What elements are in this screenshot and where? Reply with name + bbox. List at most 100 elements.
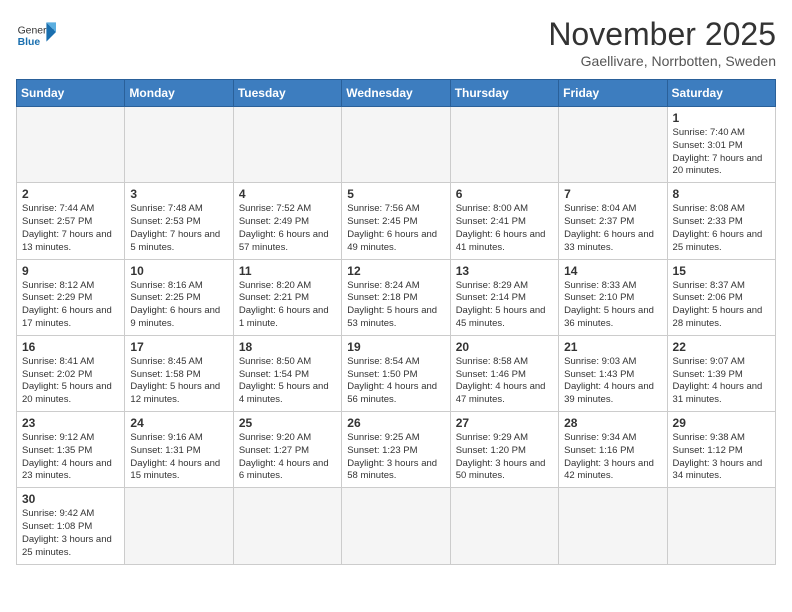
day-number: 17 — [130, 340, 227, 354]
calendar-cell: 29Sunrise: 9:38 AM Sunset: 1:12 PM Dayli… — [667, 412, 775, 488]
logo-icon: General Blue — [16, 16, 56, 56]
day-info: Sunrise: 9:42 AM Sunset: 1:08 PM Dayligh… — [22, 508, 119, 559]
day-number: 22 — [673, 340, 770, 354]
calendar-cell: 7 Sunrise: 8:04 AM Sunset: 2:37 PM Daylig… — [559, 183, 667, 259]
day-number: 23 — [22, 416, 119, 430]
day-info: Sunrise: 9:03 AM Sunset: 1:43 PM Dayligh… — [564, 356, 661, 407]
calendar-cell: 26 Sunrise: 9:25 AM Sunset: 1:23 PM Dayli… — [342, 412, 450, 488]
day-number: 1 — [673, 111, 770, 125]
day-number: 11 — [239, 264, 336, 278]
calendar-cell — [342, 488, 450, 564]
day-info: Sunrise: 8:37 AM Sunset: 2:06 PM Dayligh… — [673, 280, 770, 331]
calendar-cell: 2 Sunrise: 7:44 AM Sunset: 2:57 PM Daylig… — [17, 183, 125, 259]
day-number: 14 — [564, 264, 661, 278]
calendar-cell: 22 Sunrise: 9:07 AM Sunset: 1:39 PM Dayli… — [667, 335, 775, 411]
calendar-cell: 17 Sunrise: 8:45 AM Sunset: 1:58 PM Dayli… — [125, 335, 233, 411]
day-info: Sunrise: 9:38 AM Sunset: 1:12 PM Dayligh… — [673, 432, 770, 483]
calendar-cell — [450, 488, 558, 564]
calendar-cell — [559, 488, 667, 564]
day-info: Sunrise: 8:58 AM Sunset: 1:46 PM Dayligh… — [456, 356, 553, 407]
day-number: 10 — [130, 264, 227, 278]
weekday-header-sunday: Sunday — [17, 80, 125, 107]
day-info: Sunrise: 8:12 AM Sunset: 2:29 PM Dayligh… — [22, 280, 119, 331]
day-info: Sunrise: 8:20 AM Sunset: 2:21 PM Dayligh… — [239, 280, 336, 331]
day-info: Sunrise: 8:08 AM Sunset: 2:33 PM Dayligh… — [673, 203, 770, 254]
day-info: Sunrise: 7:44 AM Sunset: 2:57 PM Dayligh… — [22, 203, 119, 254]
day-number: 9 — [22, 264, 119, 278]
calendar-cell: 14 Sunrise: 8:33 AM Sunset: 2:10 PM Dayli… — [559, 259, 667, 335]
day-info: Sunrise: 7:40 AM Sunset: 3:01 PM Dayligh… — [673, 127, 770, 178]
day-info: Sunrise: 8:16 AM Sunset: 2:25 PM Dayligh… — [130, 280, 227, 331]
calendar-cell — [450, 107, 558, 183]
day-info: Sunrise: 8:41 AM Sunset: 2:02 PM Dayligh… — [22, 356, 119, 407]
calendar-cell — [233, 107, 341, 183]
weekday-header-tuesday: Tuesday — [233, 80, 341, 107]
day-info: Sunrise: 8:00 AM Sunset: 2:41 PM Dayligh… — [456, 203, 553, 254]
week-row-3: 9 Sunrise: 8:12 AM Sunset: 2:29 PM Daylig… — [17, 259, 776, 335]
calendar-cell: 15 Sunrise: 8:37 AM Sunset: 2:06 PM Dayli… — [667, 259, 775, 335]
day-number: 18 — [239, 340, 336, 354]
day-info: Sunrise: 8:29 AM Sunset: 2:14 PM Dayligh… — [456, 280, 553, 331]
day-number: 25 — [239, 416, 336, 430]
logo: General Blue — [16, 16, 56, 56]
calendar-cell — [125, 488, 233, 564]
day-info: Sunrise: 9:12 AM Sunset: 1:35 PM Dayligh… — [22, 432, 119, 483]
calendar-cell: 23 Sunrise: 9:12 AM Sunset: 1:35 PM Dayli… — [17, 412, 125, 488]
day-number: 5 — [347, 187, 444, 201]
day-info: Sunrise: 7:48 AM Sunset: 2:53 PM Dayligh… — [130, 203, 227, 254]
day-number: 8 — [673, 187, 770, 201]
weekday-header-friday: Friday — [559, 80, 667, 107]
calendar-cell — [342, 107, 450, 183]
day-number: 12 — [347, 264, 444, 278]
day-number: 13 — [456, 264, 553, 278]
day-info: Sunrise: 8:54 AM Sunset: 1:50 PM Dayligh… — [347, 356, 444, 407]
calendar-cell: 4 Sunrise: 7:52 AM Sunset: 2:49 PM Daylig… — [233, 183, 341, 259]
day-number: 24 — [130, 416, 227, 430]
day-number: 27 — [456, 416, 553, 430]
month-title: November 2025 — [548, 16, 776, 53]
calendar-cell: 27 Sunrise: 9:29 AM Sunset: 1:20 PM Dayli… — [450, 412, 558, 488]
day-number: 15 — [673, 264, 770, 278]
day-info: Sunrise: 8:33 AM Sunset: 2:10 PM Dayligh… — [564, 280, 661, 331]
calendar-cell — [559, 107, 667, 183]
day-number: 20 — [456, 340, 553, 354]
day-number: 2 — [22, 187, 119, 201]
calendar-cell: 25Sunrise: 9:20 AM Sunset: 1:27 PM Dayli… — [233, 412, 341, 488]
day-number: 16 — [22, 340, 119, 354]
day-info: Sunrise: 9:25 AM Sunset: 1:23 PM Dayligh… — [347, 432, 444, 483]
day-info: Sunrise: 7:52 AM Sunset: 2:49 PM Dayligh… — [239, 203, 336, 254]
day-number: 3 — [130, 187, 227, 201]
day-info: Sunrise: 9:16 AM Sunset: 1:31 PM Dayligh… — [130, 432, 227, 483]
day-info: Sunrise: 8:24 AM Sunset: 2:18 PM Dayligh… — [347, 280, 444, 331]
week-row-4: 16 Sunrise: 8:41 AM Sunset: 2:02 PM Dayli… — [17, 335, 776, 411]
calendar-cell: 1 Sunrise: 7:40 AM Sunset: 3:01 PM Daylig… — [667, 107, 775, 183]
calendar-table: SundayMondayTuesdayWednesdayThursdayFrid… — [16, 79, 776, 565]
week-row-1: 1 Sunrise: 7:40 AM Sunset: 3:01 PM Daylig… — [17, 107, 776, 183]
weekday-header-wednesday: Wednesday — [342, 80, 450, 107]
weekday-header-saturday: Saturday — [667, 80, 775, 107]
day-info: Sunrise: 7:56 AM Sunset: 2:45 PM Dayligh… — [347, 203, 444, 254]
calendar-cell: 8 Sunrise: 8:08 AM Sunset: 2:33 PM Daylig… — [667, 183, 775, 259]
calendar-cell: 24 Sunrise: 9:16 AM Sunset: 1:31 PM Dayli… — [125, 412, 233, 488]
day-info: Sunrise: 9:29 AM Sunset: 1:20 PM Dayligh… — [456, 432, 553, 483]
day-info: Sunrise: 8:45 AM Sunset: 1:58 PM Dayligh… — [130, 356, 227, 407]
day-info: Sunrise: 8:04 AM Sunset: 2:37 PM Dayligh… — [564, 203, 661, 254]
calendar-cell: 16 Sunrise: 8:41 AM Sunset: 2:02 PM Dayli… — [17, 335, 125, 411]
day-number: 30 — [22, 492, 119, 506]
day-number: 7 — [564, 187, 661, 201]
day-number: 19 — [347, 340, 444, 354]
calendar-cell: 12 Sunrise: 8:24 AM Sunset: 2:18 PM Dayli… — [342, 259, 450, 335]
calendar-cell: 9 Sunrise: 8:12 AM Sunset: 2:29 PM Daylig… — [17, 259, 125, 335]
weekday-header-thursday: Thursday — [450, 80, 558, 107]
calendar-cell — [233, 488, 341, 564]
calendar-cell: 3 Sunrise: 7:48 AM Sunset: 2:53 PM Daylig… — [125, 183, 233, 259]
day-number: 4 — [239, 187, 336, 201]
title-section: November 2025 Gaellivare, Norrbotten, Sw… — [548, 16, 776, 69]
day-number: 28 — [564, 416, 661, 430]
day-number: 6 — [456, 187, 553, 201]
calendar-cell: 19 Sunrise: 8:54 AM Sunset: 1:50 PM Dayli… — [342, 335, 450, 411]
subtitle: Gaellivare, Norrbotten, Sweden — [548, 53, 776, 69]
day-number: 26 — [347, 416, 444, 430]
day-info: Sunrise: 9:07 AM Sunset: 1:39 PM Dayligh… — [673, 356, 770, 407]
calendar-cell: 28Sunrise: 9:34 AM Sunset: 1:16 PM Dayli… — [559, 412, 667, 488]
